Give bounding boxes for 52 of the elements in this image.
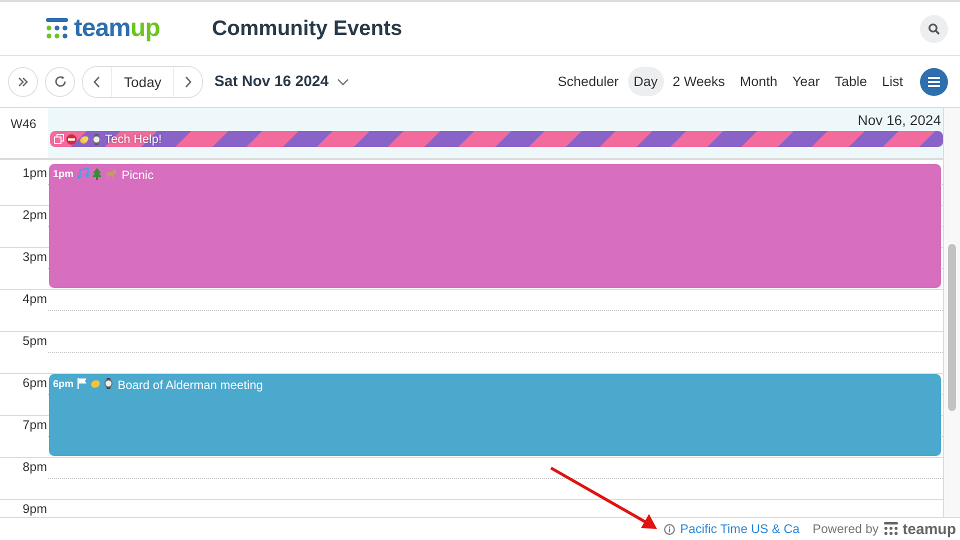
info-icon: [664, 524, 676, 534]
music-note-icon: [76, 168, 89, 179]
view-tab[interactable]: Year: [786, 67, 826, 96]
view-tab[interactable]: Scheduler: [552, 67, 625, 96]
event-title: Picnic: [122, 168, 154, 182]
refresh-button[interactable]: [45, 66, 75, 96]
event-time: 6pm: [53, 379, 74, 390]
copy-icon: [54, 134, 64, 144]
day-date: Nov 16, 2024: [858, 112, 942, 128]
powered-by-label: Powered by: [812, 522, 879, 536]
chevron-right-icon: [184, 76, 192, 88]
tree-icon: [92, 168, 102, 180]
refresh-icon: [54, 75, 66, 88]
hour-label: 5pm: [22, 334, 47, 348]
search-button[interactable]: [920, 14, 948, 42]
hour-label: 9pm: [22, 502, 47, 516]
week-number: W46: [10, 117, 36, 131]
view-tab[interactable]: Day: [628, 67, 664, 96]
hour-label: 6pm: [22, 376, 47, 390]
caret-icon: [336, 78, 349, 86]
footer-logo: teamup: [902, 520, 956, 538]
menu-button[interactable]: [920, 68, 948, 96]
today-button[interactable]: Today: [111, 66, 174, 96]
date-picker[interactable]: Sat Nov 16 2024: [210, 73, 353, 90]
logo-wordmark: teamup: [74, 14, 160, 43]
search-icon: [928, 22, 940, 34]
no-entry-icon: [66, 134, 77, 144]
expand-sidebar-button[interactable]: [8, 66, 38, 96]
logo-icon: [46, 18, 68, 40]
watch-icon: [92, 134, 101, 144]
hour-label: 2pm: [22, 208, 47, 222]
view-tab[interactable]: List: [876, 67, 909, 96]
scrollbar[interactable]: [943, 108, 960, 517]
view-tab[interactable]: 2 Weeks: [666, 67, 731, 96]
view-tab[interactable]: Table: [828, 67, 873, 96]
event-time: 1pm: [53, 169, 74, 180]
watch-icon: [104, 378, 113, 389]
calendar-title: Community Events: [212, 16, 404, 40]
chevron-left-icon: [93, 76, 101, 88]
hour-label: 7pm: [22, 418, 47, 432]
hour-label: 1pm: [22, 166, 47, 180]
flag-icon: [76, 378, 87, 389]
logo-icon: [884, 522, 898, 536]
menu-icon: [927, 76, 941, 88]
timezone-link[interactable]: Pacific Time US & Ca: [680, 522, 800, 536]
hour-label: 8pm: [22, 460, 47, 474]
event-title: Board of Alderman meeting: [118, 378, 263, 392]
hour-label: 3pm: [22, 250, 47, 264]
dog-icon: [104, 168, 117, 179]
view-tab[interactable]: Month: [734, 67, 784, 96]
hour-label: 4pm: [22, 292, 47, 306]
double-chevron-icon: [17, 76, 29, 88]
